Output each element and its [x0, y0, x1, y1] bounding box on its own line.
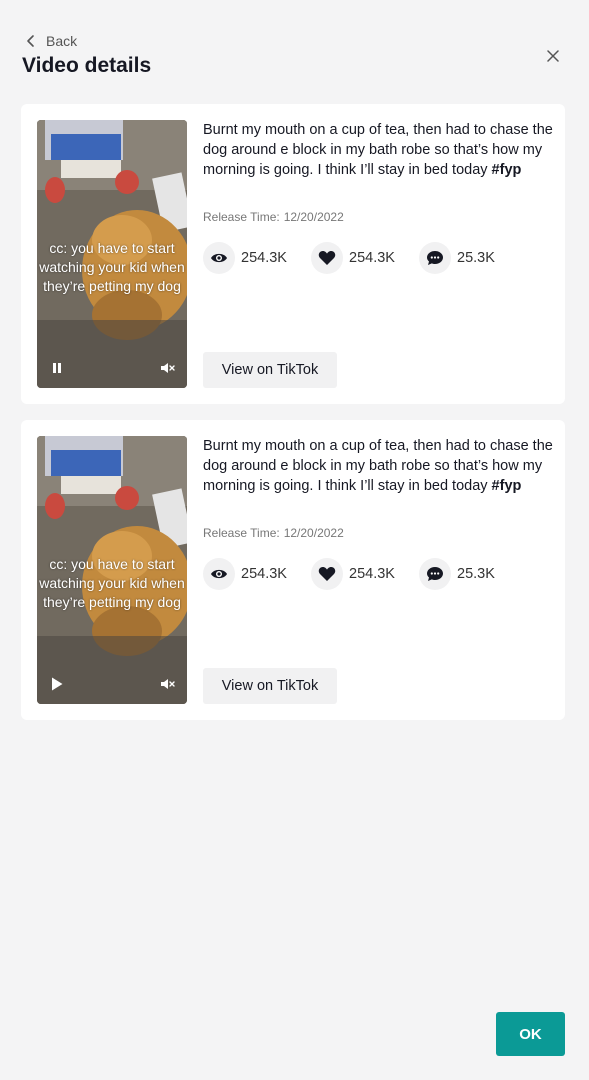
video-thumbnail[interactable]: cc: you have to start watching your kid …	[37, 120, 187, 388]
comments-stat: 25.3K	[419, 558, 527, 590]
likes-stat: 254.3K	[311, 558, 419, 590]
video-description: Burnt my mouth on a cup of tea, then had…	[203, 438, 553, 494]
video-description: Burnt my mouth on a cup of tea, then had…	[203, 122, 553, 178]
video-card: cc: you have to start watching your kid …	[21, 104, 565, 404]
muted-speaker-icon	[161, 363, 175, 373]
video-caption-overlay: cc: you have to start watching your kid …	[39, 556, 185, 610]
likes-stat: 254.3K	[311, 242, 419, 274]
hashtag[interactable]: #fyp	[492, 478, 522, 494]
close-button[interactable]	[543, 46, 563, 66]
hashtag[interactable]: #fyp	[492, 162, 522, 178]
video-caption-overlay: cc: you have to start watching your kid …	[39, 240, 185, 294]
eye-icon	[203, 558, 235, 590]
comment-icon	[419, 558, 451, 590]
heart-icon	[311, 242, 343, 274]
video-thumbnail[interactable]: cc: you have to start watching your kid …	[37, 436, 187, 704]
mute-button[interactable]	[159, 360, 177, 376]
close-icon	[547, 50, 559, 62]
views-stat: 254.3K	[203, 242, 311, 274]
eye-icon	[203, 242, 235, 274]
mute-button[interactable]	[159, 676, 177, 692]
comment-icon	[419, 242, 451, 274]
play-button[interactable]	[49, 676, 65, 692]
heart-icon	[311, 558, 343, 590]
page-title: Video details	[22, 54, 152, 77]
pause-button[interactable]	[49, 360, 65, 376]
ok-button[interactable]: OK	[496, 1012, 565, 1056]
chevron-left-icon	[27, 35, 34, 47]
view-on-tiktok-button[interactable]: View on TikTok	[203, 352, 337, 388]
release-time: Release Time: 12/20/2022	[203, 210, 344, 224]
pause-icon	[53, 363, 61, 373]
back-label: Back	[46, 33, 78, 49]
video-card: cc: you have to start watching your kid …	[21, 420, 565, 720]
views-stat: 254.3K	[203, 558, 311, 590]
muted-speaker-icon	[161, 679, 175, 689]
play-icon	[52, 677, 63, 691]
video-stats: 254.3K 254.3K 25.3K	[203, 558, 527, 590]
back-button[interactable]: Back	[24, 33, 77, 49]
view-on-tiktok-button[interactable]: View on TikTok	[203, 668, 337, 704]
release-time: Release Time: 12/20/2022	[203, 526, 344, 540]
video-stats: 254.3K 254.3K 25.3K	[203, 242, 527, 274]
comments-stat: 25.3K	[419, 242, 527, 274]
